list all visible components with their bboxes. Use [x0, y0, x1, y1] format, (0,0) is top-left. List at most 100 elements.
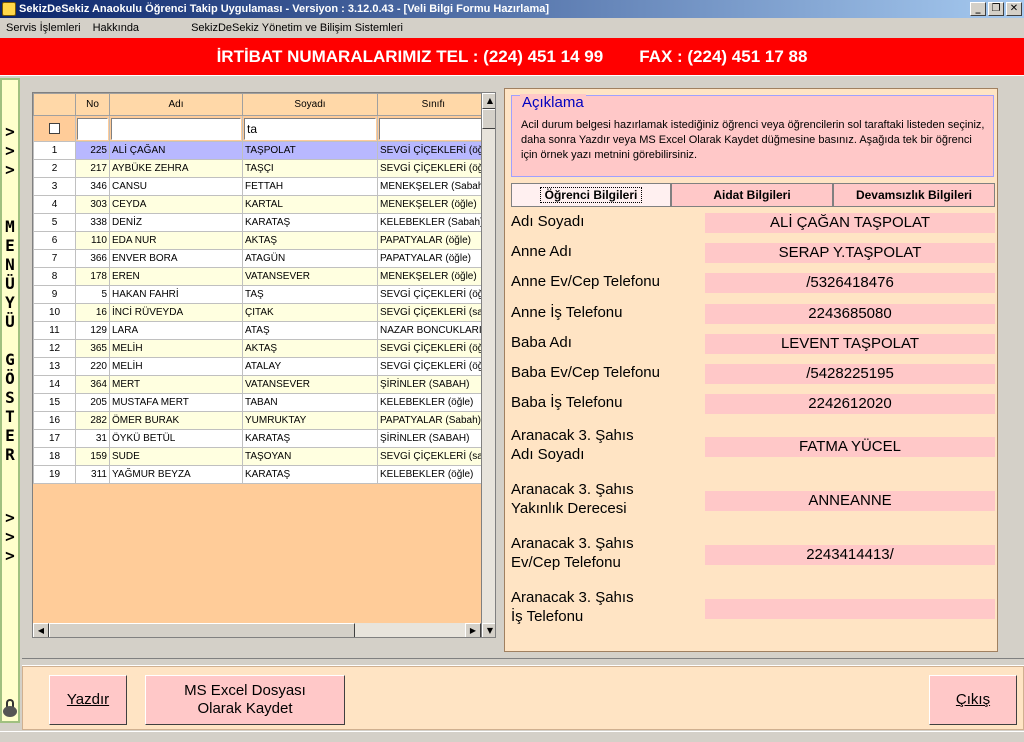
cell-no[interactable]: 311	[75, 465, 110, 484]
cell-sinifi[interactable]: PAPATYALAR (Sabah)	[377, 411, 490, 430]
cell-no[interactable]: 282	[75, 411, 110, 430]
cell-adi[interactable]: ALİ ÇAĞAN	[109, 141, 243, 160]
cell-adi[interactable]: YAĞMUR BEYZA	[109, 465, 243, 484]
cell-soyadi[interactable]: KARATAŞ	[242, 429, 378, 448]
filter-sinifi[interactable]	[379, 117, 488, 140]
show-menu-strip[interactable]: > > > MENÜYÜGÖSTER > > >	[0, 78, 20, 723]
cell-no[interactable]: 205	[75, 393, 110, 412]
row-number[interactable]: 17	[33, 429, 76, 448]
cell-adi[interactable]: MELİH	[109, 357, 243, 376]
cell-sinifi[interactable]: KELEBEKLER (Sabah)	[377, 213, 490, 232]
row-number[interactable]: 9	[33, 285, 76, 304]
tab-devamsizlik-bilgileri[interactable]: Devamsızlık Bilgileri	[833, 183, 995, 207]
cell-soyadi[interactable]: TAŞ	[242, 285, 378, 304]
table-row[interactable]: 9 5 HAKAN FAHRİ TAŞ SEVGİ ÇİÇEKLERİ (öğ	[33, 285, 490, 304]
cell-soyadi[interactable]: YUMRUKTAY	[242, 411, 378, 430]
cell-no[interactable]: 31	[75, 429, 110, 448]
tab-aidat-bilgileri[interactable]: Aidat Bilgileri	[671, 183, 833, 207]
cell-soyadi[interactable]: ATALAY	[242, 357, 378, 376]
row-number[interactable]: 5	[33, 213, 76, 232]
cell-no[interactable]: 178	[75, 267, 110, 286]
cell-soyadi[interactable]: ÇITAK	[242, 303, 378, 322]
menu-company[interactable]: SekizDeSekiz Yönetim ve Bilişim Sistemle…	[185, 22, 409, 34]
column-header-soyadi[interactable]: Soyadı	[242, 93, 378, 116]
table-row[interactable]: 15 205 MUSTAFA MERT TABAN KELEBEKLER (öğle)	[33, 393, 490, 412]
table-row[interactable]: 4 303 CEYDA KARTAL MENEKŞELER (öğle)	[33, 195, 490, 214]
excel-export-button[interactable]: MS Excel Dosyası Olarak Kaydet	[145, 675, 345, 725]
table-row[interactable]: 3 346 CANSU FETTAH MENEKŞELER (Sabah)	[33, 177, 490, 196]
tab-ogrenci-bilgileri[interactable]: Öğrenci Bilgileri	[511, 183, 671, 207]
cell-sinifi[interactable]: MENEKŞELER (öğle)	[377, 195, 490, 214]
cell-soyadi[interactable]: ATAGÜN	[242, 249, 378, 268]
table-row[interactable]: 10 16 İNCİ RÜVEYDA ÇITAK SEVGİ ÇİÇEKLERİ (sa…	[33, 303, 490, 322]
lock-icon[interactable]	[3, 699, 17, 717]
table-row[interactable]: 19 311 YAĞMUR BEYZA KARATAŞ KELEBEKLER (öğle…	[33, 465, 490, 484]
table-row[interactable]: 11 129 LARA ATAŞ NAZAR BONCUKLARI	[33, 321, 490, 340]
scroll-left-button[interactable]: ◀	[33, 623, 49, 637]
table-row[interactable]: 2 217 AYBÜKE ZEHRA TAŞÇI SEVGİ ÇİÇEKLERİ (öğ	[33, 159, 490, 178]
cell-sinifi[interactable]: KELEBEKLER (öğle)	[377, 465, 490, 484]
close-button[interactable]: ✕	[1006, 2, 1022, 16]
table-row[interactable]: 18 159 SUDE TAŞOYAN SEVGİ ÇİÇEKLERİ (sal	[33, 447, 490, 466]
scroll-down-button[interactable]: ▼	[482, 623, 495, 637]
cell-no[interactable]: 217	[75, 159, 110, 178]
column-header-no[interactable]: No	[75, 93, 110, 116]
cell-adi[interactable]: HAKAN FAHRİ	[109, 285, 243, 304]
cell-adi[interactable]: ÖYKÜ BETÜL	[109, 429, 243, 448]
cell-soyadi[interactable]: TAŞPOLAT	[242, 141, 378, 160]
table-row[interactable]: 6 110 EDA NUR AKTAŞ PAPATYALAR (öğle)	[33, 231, 490, 250]
cell-soyadi[interactable]: AKTAŞ	[242, 231, 378, 250]
print-button[interactable]: Yazdır	[49, 675, 127, 725]
row-number[interactable]: 7	[33, 249, 76, 268]
cell-soyadi[interactable]: FETTAH	[242, 177, 378, 196]
cell-no[interactable]: 220	[75, 357, 110, 376]
cell-soyadi[interactable]: VATANSEVER	[242, 375, 378, 394]
cell-sinifi[interactable]: SEVGİ ÇİÇEKLERİ (öğ	[377, 339, 490, 358]
cell-adi[interactable]: DENİZ	[109, 213, 243, 232]
row-number[interactable]: 18	[33, 447, 76, 466]
cell-no[interactable]: 366	[75, 249, 110, 268]
cell-no[interactable]: 338	[75, 213, 110, 232]
cell-soyadi[interactable]: TAŞOYAN	[242, 447, 378, 466]
row-number[interactable]: 12	[33, 339, 76, 358]
cell-no[interactable]: 346	[75, 177, 110, 196]
cell-soyadi[interactable]: VATANSEVER	[242, 267, 378, 286]
table-row[interactable]: 5 338 DENİZ KARATAŞ KELEBEKLER (Sabah)	[33, 213, 490, 232]
row-number[interactable]: 16	[33, 411, 76, 430]
cell-soyadi[interactable]: AKTAŞ	[242, 339, 378, 358]
scroll-up-button[interactable]: ▲	[482, 93, 495, 109]
cell-adi[interactable]: MERT	[109, 375, 243, 394]
restore-button[interactable]: ❐	[988, 2, 1004, 16]
cell-adi[interactable]: SUDE	[109, 447, 243, 466]
filter-soyadi[interactable]	[244, 117, 376, 140]
cell-adi[interactable]: EREN	[109, 267, 243, 286]
vertical-scrollbar[interactable]: ▲ ▼	[481, 93, 495, 637]
row-number[interactable]: 6	[33, 231, 76, 250]
cell-no[interactable]: 110	[75, 231, 110, 250]
cell-sinifi[interactable]: ŞİRİNLER (SABAH)	[377, 429, 490, 448]
cell-sinifi[interactable]: SEVGİ ÇİÇEKLERİ (sal	[377, 303, 490, 322]
cell-no[interactable]: 364	[75, 375, 110, 394]
cell-soyadi[interactable]: TAŞÇI	[242, 159, 378, 178]
table-row[interactable]: 7 366 ENVER BORA ATAGÜN PAPATYALAR (öğle)	[33, 249, 490, 268]
cell-no[interactable]: 225	[75, 141, 110, 160]
table-row[interactable]: 12 365 MELİH AKTAŞ SEVGİ ÇİÇEKLERİ (öğ	[33, 339, 490, 358]
table-row[interactable]: 13 220 MELİH ATALAY SEVGİ ÇİÇEKLERİ (öğ	[33, 357, 490, 376]
row-number[interactable]: 13	[33, 357, 76, 376]
column-header-sinifi[interactable]: Sınıfı	[377, 93, 490, 116]
filter-no[interactable]	[77, 117, 108, 140]
cell-no[interactable]: 5	[75, 285, 110, 304]
exit-button[interactable]: Çıkış	[929, 675, 1017, 725]
cell-sinifi[interactable]: KELEBEKLER (öğle)	[377, 393, 490, 412]
cell-sinifi[interactable]: SEVGİ ÇİÇEKLERİ (öğ	[377, 357, 490, 376]
minimize-button[interactable]: _	[970, 2, 986, 16]
cell-adi[interactable]: EDA NUR	[109, 231, 243, 250]
row-number[interactable]: 19	[33, 465, 76, 484]
cell-adi[interactable]: CANSU	[109, 177, 243, 196]
cell-no[interactable]: 365	[75, 339, 110, 358]
cell-sinifi[interactable]: PAPATYALAR (öğle)	[377, 231, 490, 250]
table-row[interactable]: 14 364 MERT VATANSEVER ŞİRİNLER (SABAH)	[33, 375, 490, 394]
vertical-scroll-thumb[interactable]	[482, 109, 495, 129]
menu-hakkinda[interactable]: Hakkında	[87, 22, 145, 34]
cell-sinifi[interactable]: PAPATYALAR (öğle)	[377, 249, 490, 268]
